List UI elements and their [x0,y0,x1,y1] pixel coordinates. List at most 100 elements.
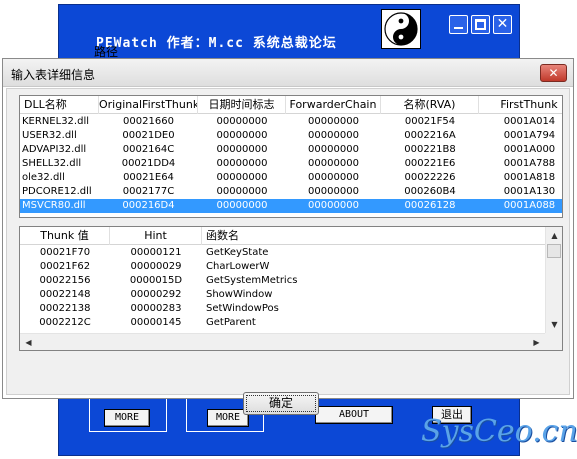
func-table-cell: 00000029 [130,261,182,272]
dll-table-cell: 0001A000 [503,144,556,155]
scrollbar-corner [545,333,562,350]
func-table-cell: 00022156 [39,275,91,286]
dll-table-cell: ole32.dll [22,172,65,183]
dll-table-row[interactable]: ole32.dll 00021E64 00000000 00000000 0002222… [20,171,562,185]
dll-table-cell: 00000000 [308,130,359,141]
dll-table-row[interactable]: USER32.dll 00021DE0 00000000 00000000 000221… [20,129,562,143]
close-icon[interactable]: ✕ [493,15,512,34]
watermark: SysCeo.cn [421,414,577,449]
vertical-scrollbar[interactable]: ▲ ▼ [545,227,562,333]
pewatch-title: PEWatch 作者：M.cc 系统总裁论坛 [96,36,337,51]
func-table-row[interactable]: 00022148 00000292 ShowWindow [20,288,547,302]
dll-column-header[interactable]: DLL名称 [20,96,99,114]
func-table-cell: SetWindowPos [206,303,279,314]
func-table-row[interactable]: 00022156 0000015D GetSystemMetrics [20,274,547,288]
scroll-down-icon[interactable]: ▼ [546,316,562,333]
ok-button[interactable]: 确定 [243,392,319,415]
dll-table-row[interactable]: ADVAPI32.dll 0002164C 00000000 00000000 0002… [20,143,562,157]
func-column-header[interactable]: Hint [110,227,202,245]
close-icon[interactable]: ✕ [540,64,567,82]
scroll-right-icon[interactable]: ▶ [528,334,545,350]
dll-table-cell: MSVCR80.dll [22,200,86,211]
func-table-cell: GetParent [206,317,256,328]
scroll-left-icon[interactable]: ◀ [20,334,37,350]
dll-table-cell: 00021F54 [404,116,456,127]
func-table-cell: GetKeyState [206,247,269,258]
import-details-dialog: 输入表详细信息 ✕ DLL名称 OriginalFirstThunk 日期时间标志 F… [2,58,574,415]
about-button[interactable]: ABOUT [315,406,393,424]
func-table-cell: 00000292 [130,289,182,300]
func-table-cell: ShowWindow [206,289,273,300]
dll-table-cell: 00000000 [216,158,268,169]
func-table-cell: 00022138 [39,303,91,314]
minimize-icon[interactable] [449,15,468,34]
dialog-body: DLL名称 OriginalFirstThunk 日期时间标志 ForwarderCh… [6,88,570,415]
dll-table-cell: 00026128 [404,200,456,211]
dll-list-header: DLL名称 OriginalFirstThunk 日期时间标志 ForwarderCh… [20,96,562,114]
dll-table-row[interactable]: KERNEL32.dll 00021660 00000000 00000000 0002… [20,115,562,129]
dll-column-header[interactable]: FirstThunk [479,96,562,114]
maximize-icon[interactable] [471,15,490,34]
dll-table-cell: 00000000 [308,116,359,127]
dll-table-cell: 000221E6 [404,158,456,169]
func-table-cell: CharLowerW [206,261,270,272]
func-table-row[interactable]: 00021F70 00000121 GetKeyState [20,246,547,260]
dll-table-cell: 00000000 [216,172,268,183]
dll-table-cell: ADVAPI32.dll [22,144,87,155]
dll-table-cell: SHELL32.dll [22,158,82,169]
func-table-cell: 00021F70 [39,247,91,258]
dialog-titlebar[interactable]: 输入表详细信息 ✕ [3,59,573,87]
dll-column-header[interactable]: OriginalFirstThunk [99,96,198,114]
func-table-cell: 00000283 [130,303,182,314]
dll-table-cell: PDCORE12.dll [22,186,92,197]
dll-table-cell: 00000000 [216,200,268,211]
dll-table-cell: 00000000 [216,130,268,141]
dll-table-cell: 0002164C [122,144,175,155]
func-column-header[interactable]: Thunk 值 [20,227,110,245]
dll-table-cell: 0001A788 [503,158,556,169]
func-table-row[interactable]: 00022138 00000283 SetWindowPos [20,302,547,316]
dll-table-cell: 00000000 [216,116,268,127]
dll-table-cell: 0001A088 [503,200,556,211]
scrollbar-thumb[interactable] [547,244,561,258]
dll-column-header[interactable]: ForwarderChain [286,96,381,114]
dll-table-row[interactable]: PDCORE12.dll 0002177C 00000000 00000000 0002… [20,185,562,199]
dll-table-cell: 0001A014 [503,116,556,127]
function-list-header: Thunk 值 Hint 函数名 [20,227,547,245]
func-table-cell: 00000121 [130,247,182,258]
horizontal-scrollbar[interactable]: ◀ ▶ [20,333,545,350]
func-table-cell: 00022148 [39,289,91,300]
func-table-row[interactable]: 00021F62 00000029 CharLowerW [20,260,547,274]
dll-table-cell: 00000000 [308,158,359,169]
dll-table-cell: 00000000 [308,144,359,155]
dll-table-cell: 00021E64 [123,172,174,183]
dll-table-cell: 00000000 [216,144,268,155]
dll-table-cell: 00022226 [404,172,456,183]
function-list[interactable]: Thunk 值 Hint 函数名 00021F70 00000121 GetKeySta… [19,226,563,351]
dll-table-cell: 00000000 [308,186,359,197]
dll-table-cell: 00021DE0 [122,130,175,141]
dll-table-cell: 00000000 [216,186,268,197]
yin-yang-icon [381,9,421,49]
dll-list[interactable]: DLL名称 OriginalFirstThunk 日期时间标志 ForwarderCh… [19,95,563,218]
dll-table-cell: 0002177C [122,186,175,197]
dll-table-cell: 00000000 [308,200,359,211]
more-button-1[interactable]: MORE [104,409,150,427]
dll-table-row[interactable]: MSVCR80.dll 000216D4 00000000 00000000 00026… [20,199,562,213]
dll-table-cell: 0001A130 [503,186,556,197]
dll-table-cell: 000216D4 [122,200,175,211]
dll-column-header[interactable]: 名称(RVA) [381,96,479,114]
group-box-1: MORE [89,398,167,432]
dll-table-cell: 0001A794 [503,130,556,141]
dll-table-cell: 00000000 [308,172,359,183]
dll-table-cell: 000221B8 [404,144,456,155]
func-table-row[interactable]: 0002212C 00000145 GetParent [20,316,547,330]
dll-table-row[interactable]: SHELL32.dll 00021DD4 00000000 00000000 00022… [20,157,562,171]
dll-column-header[interactable]: 日期时间标志 [198,96,286,114]
func-column-header[interactable]: 函数名 [202,227,547,245]
dll-table-cell: 000260B4 [404,186,456,197]
func-table-cell: 0002212C [39,317,91,328]
dll-table-cell: USER32.dll [22,130,77,141]
dll-table-cell: 00021660 [123,116,174,127]
scroll-up-icon[interactable]: ▲ [546,227,562,244]
